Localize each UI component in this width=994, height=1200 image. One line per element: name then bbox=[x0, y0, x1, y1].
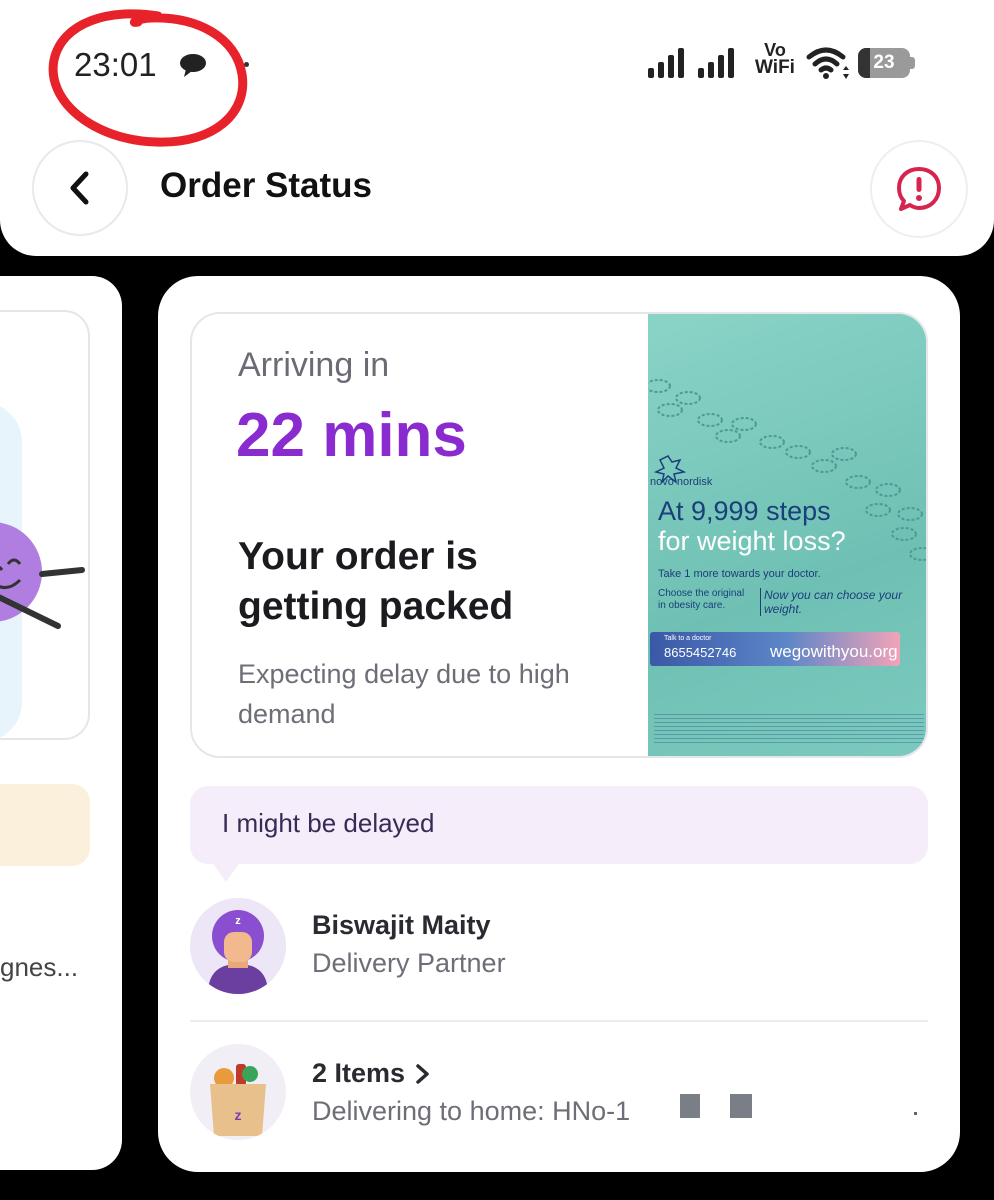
chevron-left-icon bbox=[70, 171, 89, 205]
delivery-partner-avatar: z bbox=[190, 898, 286, 994]
delay-note: Expecting delay due to high demand bbox=[238, 659, 570, 729]
delivery-address: Delivering to home: HNo-1 bbox=[312, 1096, 631, 1126]
ad-divider bbox=[760, 588, 761, 616]
items-link[interactable]: 2 Items bbox=[312, 1058, 431, 1089]
alert-chat-icon bbox=[897, 167, 941, 211]
delivery-partner-name: Biswajit Maity bbox=[312, 910, 491, 940]
delay-bubble-tail bbox=[212, 862, 240, 882]
cell-signal-2-icon bbox=[698, 48, 734, 78]
ad-cta-bar[interactable]: Talk to a doctor 8655452746 wegowithyou.… bbox=[650, 632, 900, 666]
delay-message: I might be delayed bbox=[222, 808, 435, 838]
ad-banner[interactable]: novo nordisk At 9,999 steps for weight l… bbox=[648, 314, 926, 756]
back-button[interactable] bbox=[32, 140, 128, 236]
order-status-card: Arriving in 22 mins Your order is gettin… bbox=[158, 276, 960, 1172]
ad-original-text: Choose the original in obesity care. bbox=[658, 588, 745, 611]
grocery-bag-icon: z bbox=[190, 1044, 286, 1140]
ad-cta-label: Talk to a doctor bbox=[664, 635, 712, 642]
redaction-block bbox=[680, 1094, 700, 1118]
arriving-label: Arriving in bbox=[238, 346, 390, 384]
ad-phone: 8655452746 bbox=[664, 645, 737, 660]
battery-cap bbox=[910, 57, 915, 69]
svg-text:z: z bbox=[235, 1107, 242, 1123]
row-divider bbox=[190, 1020, 928, 1022]
redaction-block bbox=[730, 1094, 752, 1118]
order-status-heading: Your order is getting packed bbox=[238, 535, 514, 628]
wifi-calling-bottom: WiFi bbox=[755, 57, 795, 78]
previous-card-text: gnes... bbox=[0, 952, 79, 982]
ad-subheadline: for weight loss? bbox=[658, 526, 846, 556]
help-button[interactable] bbox=[870, 140, 968, 238]
previous-order-card[interactable]: gnes... bbox=[0, 276, 122, 1170]
previous-card-banner bbox=[0, 784, 90, 866]
battery-icon: 23 bbox=[858, 48, 916, 78]
app-header: 23:01 Vo WiFi 23 Order Status bbox=[0, 0, 994, 256]
svg-text:z: z bbox=[235, 915, 241, 927]
ad-site: wegowithyou.org bbox=[770, 642, 898, 661]
eta-value: 22 mins bbox=[236, 401, 467, 470]
wifi-calling-indicator: Vo WiFi bbox=[749, 41, 801, 78]
redaction-dot bbox=[914, 1112, 917, 1115]
status-time: 23:01 bbox=[74, 46, 157, 83]
ad-fineprint bbox=[654, 714, 924, 744]
delivery-partner-role: Delivery Partner bbox=[312, 948, 506, 978]
ad-headline: At 9,999 steps bbox=[658, 496, 831, 526]
previous-card-inner bbox=[0, 310, 90, 740]
ad-brand: novo nordisk bbox=[650, 476, 713, 488]
chevron-right-icon bbox=[416, 1063, 429, 1084]
rider-avatar-icon: z bbox=[208, 910, 268, 994]
cell-signal-icon bbox=[648, 48, 684, 78]
items-count: 2 Items bbox=[312, 1058, 406, 1088]
wifi-icon bbox=[806, 47, 849, 79]
message-notification-icon bbox=[180, 54, 206, 77]
ad-choose-text: Now you can choose your weight. bbox=[764, 588, 903, 616]
character-illustration bbox=[0, 522, 85, 629]
ad-tagline: Take 1 more towards your doctor. bbox=[658, 568, 821, 580]
battery-level: 23 bbox=[873, 52, 895, 73]
grocery-bag-illustration: z bbox=[210, 1064, 266, 1136]
page-title: Order Status bbox=[160, 166, 372, 205]
delay-message-bubble: I might be delayed bbox=[190, 786, 928, 864]
notification-dot bbox=[244, 62, 249, 67]
eta-card: Arriving in 22 mins Your order is gettin… bbox=[190, 312, 928, 758]
